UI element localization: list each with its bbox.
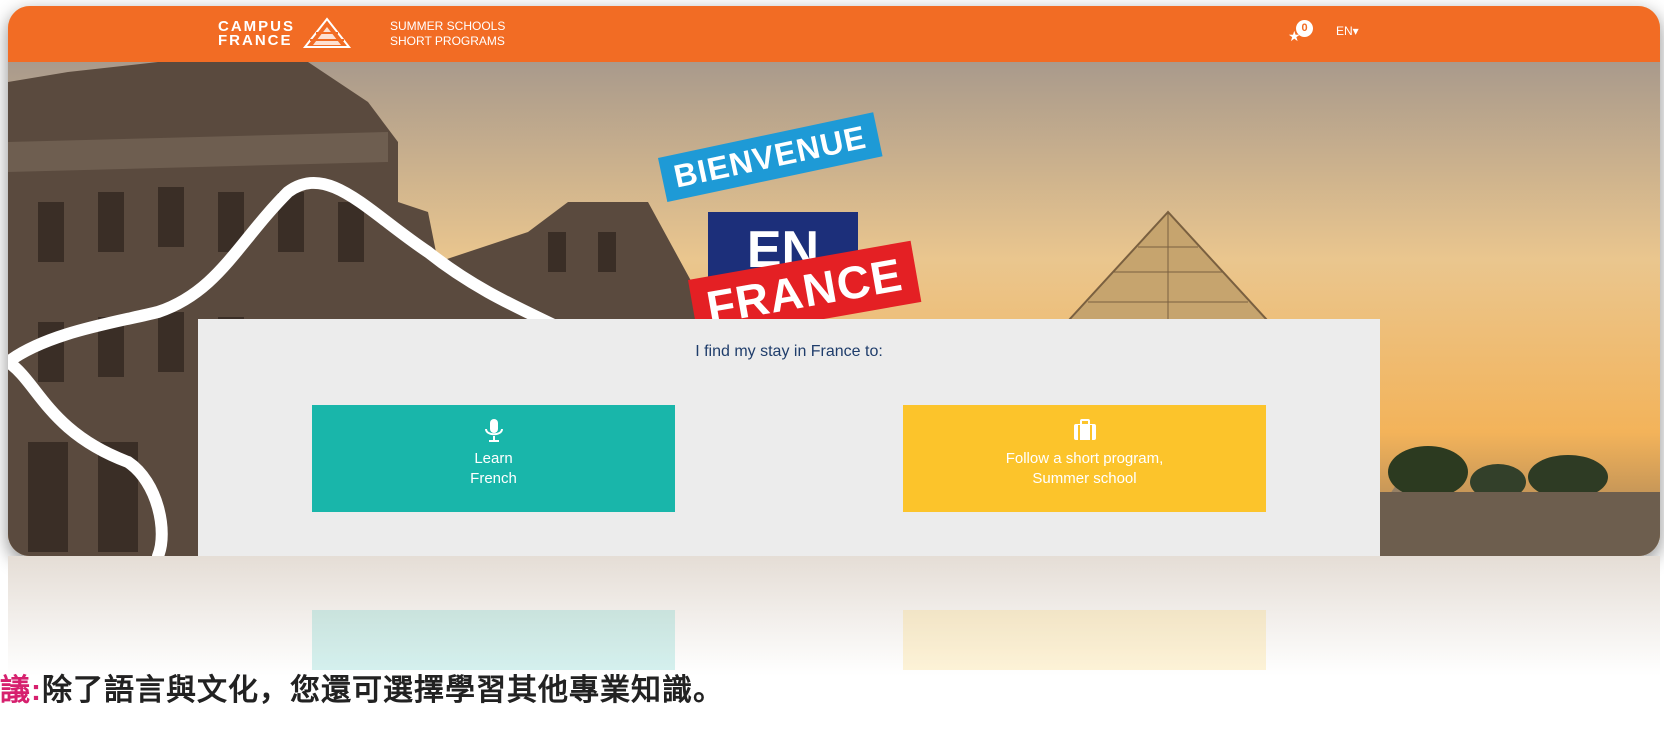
slide-caption: 議:除了語言與文化，您還可選擇學習其他專業知識。: [0, 665, 724, 709]
top-navbar: CAMPUS FRANCE SUMMER SCHOOLS SHORT PROGR…: [8, 6, 1660, 62]
panel-title: I find my stay in France to:: [695, 343, 883, 360]
reflection-yellow-box: [903, 610, 1266, 670]
logo-line2: FRANCE: [218, 32, 293, 49]
tagline-line2: SHORT PROGRAMS: [390, 34, 505, 48]
reflection-teal-box: [312, 610, 675, 670]
favorites-count-badge: 0: [1296, 20, 1313, 37]
screenshot-frame: CAMPUS FRANCE SUMMER SCHOOLS SHORT PROGR…: [8, 6, 1660, 556]
tagline-line1: SUMMER SCHOOLS: [390, 19, 506, 33]
favorites-button[interactable]: ★ 0: [1288, 20, 1316, 46]
briefcase-icon: [1073, 419, 1096, 440]
short-program-button[interactable]: Follow a short program, Summer school: [903, 405, 1266, 512]
site-tagline: SUMMER SCHOOLS SHORT PROGRAMS: [390, 19, 505, 49]
microphone-icon: [484, 419, 503, 442]
frame-reflection: [8, 556, 1660, 744]
language-selector[interactable]: EN▾: [1336, 24, 1359, 38]
short-program-line2: Summer school: [1032, 470, 1137, 487]
caption-text: 除了語言與文化，您還可選擇學習其他專業知識。: [42, 674, 724, 707]
short-program-line1: Follow a short program,: [1005, 450, 1164, 467]
learn-french-line2: French: [470, 470, 517, 487]
learn-french-line1: Learn: [474, 450, 513, 467]
learn-french-button[interactable]: Learn French: [312, 405, 675, 512]
stay-finder-panel: I find my stay in France to: Learn Frenc…: [198, 319, 1380, 556]
caption-prefix: 議:: [0, 674, 42, 707]
logo-triangles-icon: [302, 17, 352, 48]
campus-france-logo[interactable]: CAMPUS FRANCE: [218, 12, 355, 56]
